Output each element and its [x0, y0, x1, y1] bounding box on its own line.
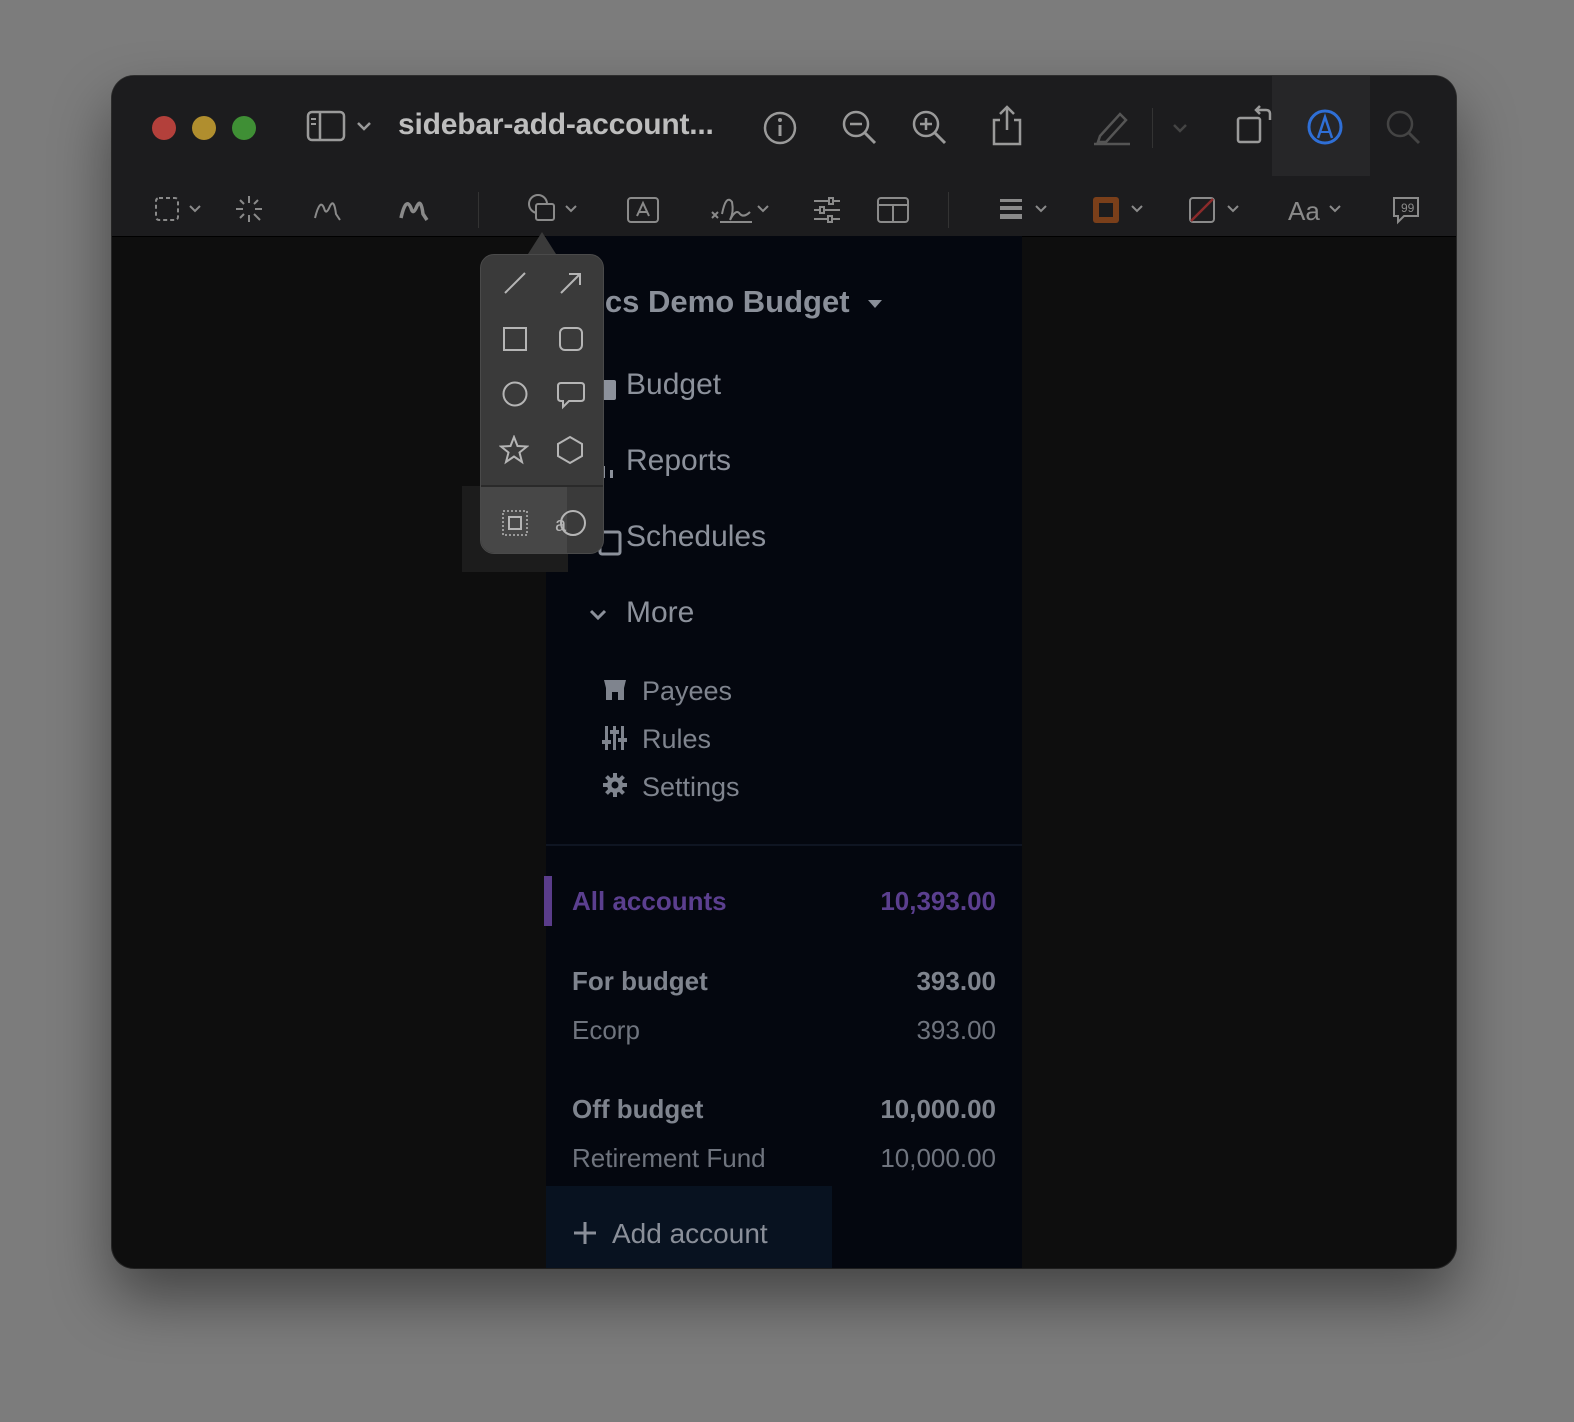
account-balance: 10,000.00 — [880, 1143, 996, 1173]
account-balance: 393.00 — [916, 1015, 996, 1045]
info-icon[interactable] — [762, 110, 798, 146]
chevron-down-icon[interactable] — [1034, 204, 1048, 214]
markup-icon[interactable] — [1306, 108, 1344, 146]
nav-payees[interactable]: Payees — [642, 676, 732, 707]
fill-color-icon[interactable] — [1188, 196, 1216, 224]
account-group-off-budget[interactable]: Off budget 10,000.00 — [572, 1094, 996, 1125]
instant-alpha-icon[interactable] — [234, 194, 264, 224]
chevron-down-icon[interactable] — [588, 608, 608, 627]
nav-rules[interactable]: Rules — [642, 724, 711, 755]
account-group-name: For budget — [572, 966, 708, 996]
chevron-down-icon[interactable] — [756, 204, 770, 214]
account-row-ecorp[interactable]: Ecorp 393.00 — [572, 1015, 996, 1046]
rounded-rectangle-shape-icon[interactable] — [557, 325, 585, 358]
title-bar: sidebar-add-account... — [112, 76, 1456, 180]
zoom-out-icon[interactable] — [840, 108, 880, 148]
caret-down-icon — [868, 299, 883, 308]
active-indicator — [544, 876, 552, 926]
document-title[interactable]: sidebar-add-account... — [398, 108, 714, 142]
add-account-button[interactable]: Add account — [546, 1186, 832, 1268]
shapes-popover: a — [480, 254, 604, 554]
highlight-pen-icon[interactable] — [1092, 106, 1132, 146]
add-account-label: Add account — [612, 1218, 768, 1249]
plus-icon — [574, 1222, 596, 1244]
account-row-retirement[interactable]: Retirement Fund 10,000.00 — [572, 1143, 996, 1174]
account-group-balance: 393.00 — [916, 966, 996, 996]
zoom-in-icon[interactable] — [910, 108, 950, 148]
sidebar-divider — [546, 844, 1022, 846]
close-window-button[interactable] — [152, 116, 176, 140]
budget-name-button[interactable]: ocs Demo Budget — [586, 284, 884, 320]
minimize-window-button[interactable] — [192, 116, 216, 140]
account-group-name: Off budget — [572, 1094, 704, 1124]
oval-shape-icon[interactable] — [501, 380, 529, 413]
preview-window: sidebar-add-account... Aa 99 ocs Demo Bu… — [112, 76, 1456, 1268]
text-box-icon[interactable] — [626, 196, 660, 224]
draw-icon[interactable] — [398, 194, 430, 224]
chevron-down-icon[interactable] — [356, 120, 372, 132]
border-color-icon[interactable] — [1092, 196, 1120, 224]
sliders-icon — [602, 724, 628, 757]
chevron-down-icon[interactable] — [1226, 204, 1240, 214]
account-group-for-budget[interactable]: For budget 393.00 — [572, 966, 996, 997]
speech-bubble-shape-icon[interactable] — [555, 380, 587, 415]
account-name: All accounts — [572, 886, 727, 916]
budget-sidebar: ocs Demo Budget Budget Reports Schedules… — [544, 236, 1022, 1268]
page-layout-icon[interactable] — [876, 196, 910, 224]
svg-text:a: a — [555, 514, 567, 536]
zoom-window-button[interactable] — [232, 116, 256, 140]
budget-name: ocs Demo Budget — [586, 284, 850, 319]
line-style-icon[interactable] — [998, 196, 1024, 222]
chevron-down-icon[interactable] — [1172, 122, 1188, 134]
account-name: Retirement Fund — [572, 1143, 766, 1173]
polygon-shape-icon[interactable] — [555, 435, 585, 470]
sketch-icon[interactable] — [312, 194, 344, 224]
search-icon[interactable] — [1384, 108, 1424, 148]
signature-icon[interactable] — [710, 192, 754, 226]
rotate-icon[interactable] — [1234, 104, 1276, 146]
mask-shape-icon[interactable] — [501, 509, 529, 542]
chevron-down-icon[interactable] — [188, 204, 202, 214]
chevron-down-icon[interactable] — [1328, 204, 1342, 214]
chevron-down-icon[interactable] — [564, 204, 578, 214]
nav-budget[interactable]: Budget — [626, 368, 721, 402]
loupe-shape-icon[interactable]: a — [553, 507, 587, 544]
gear-icon — [602, 772, 628, 803]
rectangular-selection-icon[interactable] — [154, 196, 180, 222]
text-style-icon[interactable]: Aa — [1288, 196, 1320, 227]
account-balance: 10,393.00 — [880, 886, 996, 916]
shapes-icon[interactable] — [526, 192, 558, 224]
share-icon[interactable] — [990, 104, 1024, 146]
arrow-shape-icon[interactable] — [557, 269, 585, 302]
nav-more[interactable]: More — [626, 596, 694, 630]
account-row-all[interactable]: All accounts 10,393.00 — [572, 886, 996, 917]
nav-settings[interactable]: Settings — [642, 772, 740, 803]
store-icon — [602, 676, 628, 707]
star-shape-icon[interactable] — [498, 434, 530, 470]
account-group-balance: 10,000.00 — [880, 1094, 996, 1124]
sidebar-toggle-icon[interactable] — [306, 110, 348, 144]
markup-toolbar: Aa 99 — [112, 180, 1456, 237]
line-shape-icon[interactable] — [501, 269, 529, 302]
svg-text:99: 99 — [1401, 201, 1415, 215]
nav-schedules[interactable]: Schedules — [626, 520, 766, 554]
popover-arrow — [528, 232, 556, 254]
account-name: Ecorp — [572, 1015, 640, 1045]
chevron-down-icon[interactable] — [1130, 204, 1144, 214]
nav-reports[interactable]: Reports — [626, 444, 731, 478]
adjust-color-icon[interactable] — [812, 196, 842, 224]
note-icon[interactable]: 99 — [1390, 194, 1422, 226]
rectangle-shape-icon[interactable] — [501, 325, 529, 358]
